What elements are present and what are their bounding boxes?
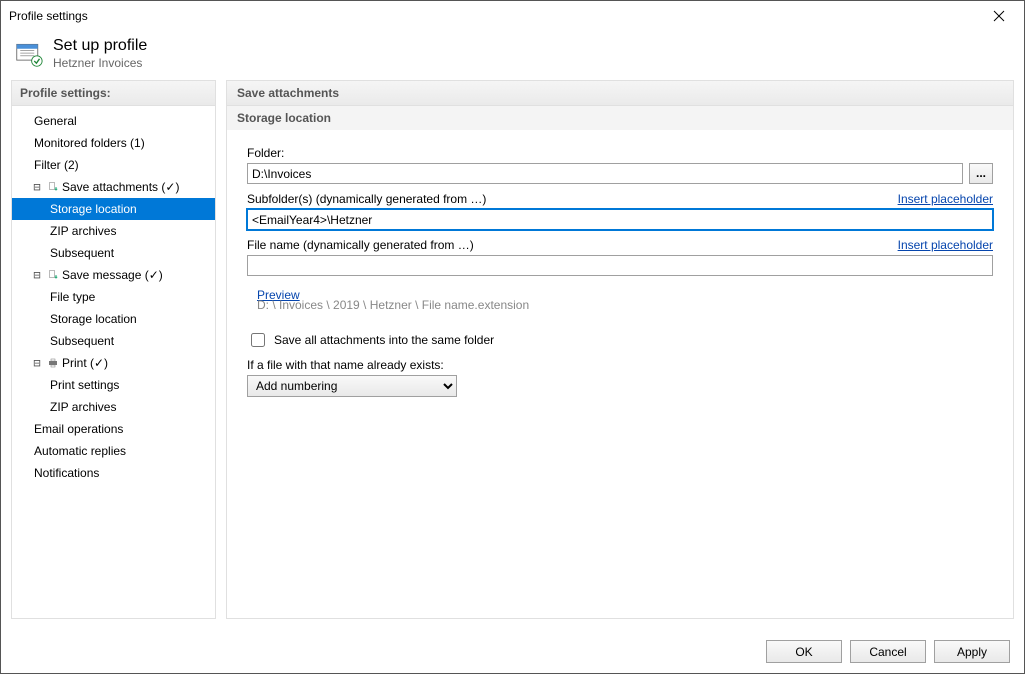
sidebar-item[interactable]: Notifications <box>12 462 215 484</box>
folder-label: Folder: <box>247 146 993 160</box>
folder-input[interactable] <box>247 163 963 184</box>
subfolder-input[interactable] <box>247 209 993 230</box>
sidebar-item-label: Subsequent <box>50 330 114 352</box>
sidebar-item[interactable]: ⊟ Save message (✓) <box>12 264 215 286</box>
document-icon <box>48 270 58 280</box>
sidebar: Profile settings: GeneralMonitored folde… <box>11 80 216 619</box>
close-button[interactable] <box>982 5 1016 27</box>
sidebar-item-label: File type <box>50 286 95 308</box>
filename-input[interactable] <box>247 255 993 276</box>
sidebar-tree: GeneralMonitored folders (1)Filter (2)⊟S… <box>12 106 215 488</box>
dialog-footer: OK Cancel Apply <box>1 629 1024 673</box>
titlebar: Profile settings <box>1 1 1024 31</box>
sidebar-item-label: Print settings <box>50 374 119 396</box>
filename-insert-placeholder-link[interactable]: Insert placeholder <box>898 238 993 252</box>
sidebar-item[interactable]: Storage location <box>12 198 215 220</box>
section-title: Save attachments <box>227 81 1013 106</box>
sidebar-item-label: General <box>34 110 77 132</box>
document-icon <box>48 182 58 192</box>
same-folder-checkbox[interactable] <box>251 333 265 347</box>
printer-icon <box>48 358 58 368</box>
same-folder-label: Save all attachments into the same folde… <box>274 333 494 347</box>
sidebar-item-label: Storage location <box>50 308 137 330</box>
sidebar-item[interactable]: Subsequent <box>12 242 215 264</box>
main-panel: Save attachments Storage location Folder… <box>226 80 1014 619</box>
sidebar-item-label: Filter (2) <box>34 154 79 176</box>
apply-button[interactable]: Apply <box>934 640 1010 663</box>
exists-label: If a file with that name already exists: <box>247 358 993 372</box>
sidebar-item-label: Save message (✓) <box>62 264 163 286</box>
sidebar-item[interactable]: Automatic replies <box>12 440 215 462</box>
sidebar-item-label: Notifications <box>34 462 99 484</box>
sidebar-item[interactable]: Monitored folders (1) <box>12 132 215 154</box>
section-subtitle: Storage location <box>227 106 1013 130</box>
sidebar-item-label: Monitored folders (1) <box>34 132 145 154</box>
cancel-button[interactable]: Cancel <box>850 640 926 663</box>
sidebar-item[interactable]: Email operations <box>12 418 215 440</box>
subfolder-insert-placeholder-link[interactable]: Insert placeholder <box>898 192 993 206</box>
sidebar-item[interactable]: ⊟ Save attachments (✓) <box>12 176 215 198</box>
sidebar-item[interactable]: ⊟ Print (✓) <box>12 352 215 374</box>
filename-label: File name (dynamically generated from …) <box>247 238 474 252</box>
page-title: Set up profile <box>53 37 147 55</box>
window-title: Profile settings <box>9 9 88 23</box>
sidebar-item[interactable]: General <box>12 110 215 132</box>
sidebar-item[interactable]: File type <box>12 286 215 308</box>
sidebar-item-label: Save attachments (✓) <box>62 176 179 198</box>
sidebar-item[interactable]: Subsequent <box>12 330 215 352</box>
sidebar-title: Profile settings: <box>12 81 215 106</box>
profile-header: Set up profile Hetzner Invoices <box>1 31 1024 80</box>
sidebar-item[interactable]: ZIP archives <box>12 396 215 418</box>
expand-icon: ⊟ <box>32 264 42 286</box>
sidebar-item[interactable]: ZIP archives <box>12 220 215 242</box>
ok-button[interactable]: OK <box>766 640 842 663</box>
sidebar-item[interactable]: Filter (2) <box>12 154 215 176</box>
preview-path: D: \ Invoices \ 2019 \ Hetzner \ File na… <box>247 298 993 312</box>
browse-button[interactable]: ... <box>969 163 993 184</box>
sidebar-item-label: ZIP archives <box>50 220 116 242</box>
sidebar-item-label: Automatic replies <box>34 440 126 462</box>
close-icon <box>993 10 1005 22</box>
sidebar-item[interactable]: Storage location <box>12 308 215 330</box>
sidebar-item-label: ZIP archives <box>50 396 116 418</box>
sidebar-item[interactable]: Print settings <box>12 374 215 396</box>
sidebar-item-label: Email operations <box>34 418 123 440</box>
sidebar-item-label: Storage location <box>50 198 137 220</box>
expand-icon: ⊟ <box>32 352 42 374</box>
profile-settings-dialog: Profile settings Set up profile Hetzner <box>0 0 1025 674</box>
sidebar-item-label: Print (✓) <box>62 352 108 374</box>
expand-icon: ⊟ <box>32 176 42 198</box>
page-subtitle: Hetzner Invoices <box>53 56 147 70</box>
sidebar-item-label: Subsequent <box>50 242 114 264</box>
exists-select[interactable]: Add numbering <box>247 375 457 397</box>
profile-icon <box>15 40 43 68</box>
subfolder-label: Subfolder(s) (dynamically generated from… <box>247 192 486 206</box>
